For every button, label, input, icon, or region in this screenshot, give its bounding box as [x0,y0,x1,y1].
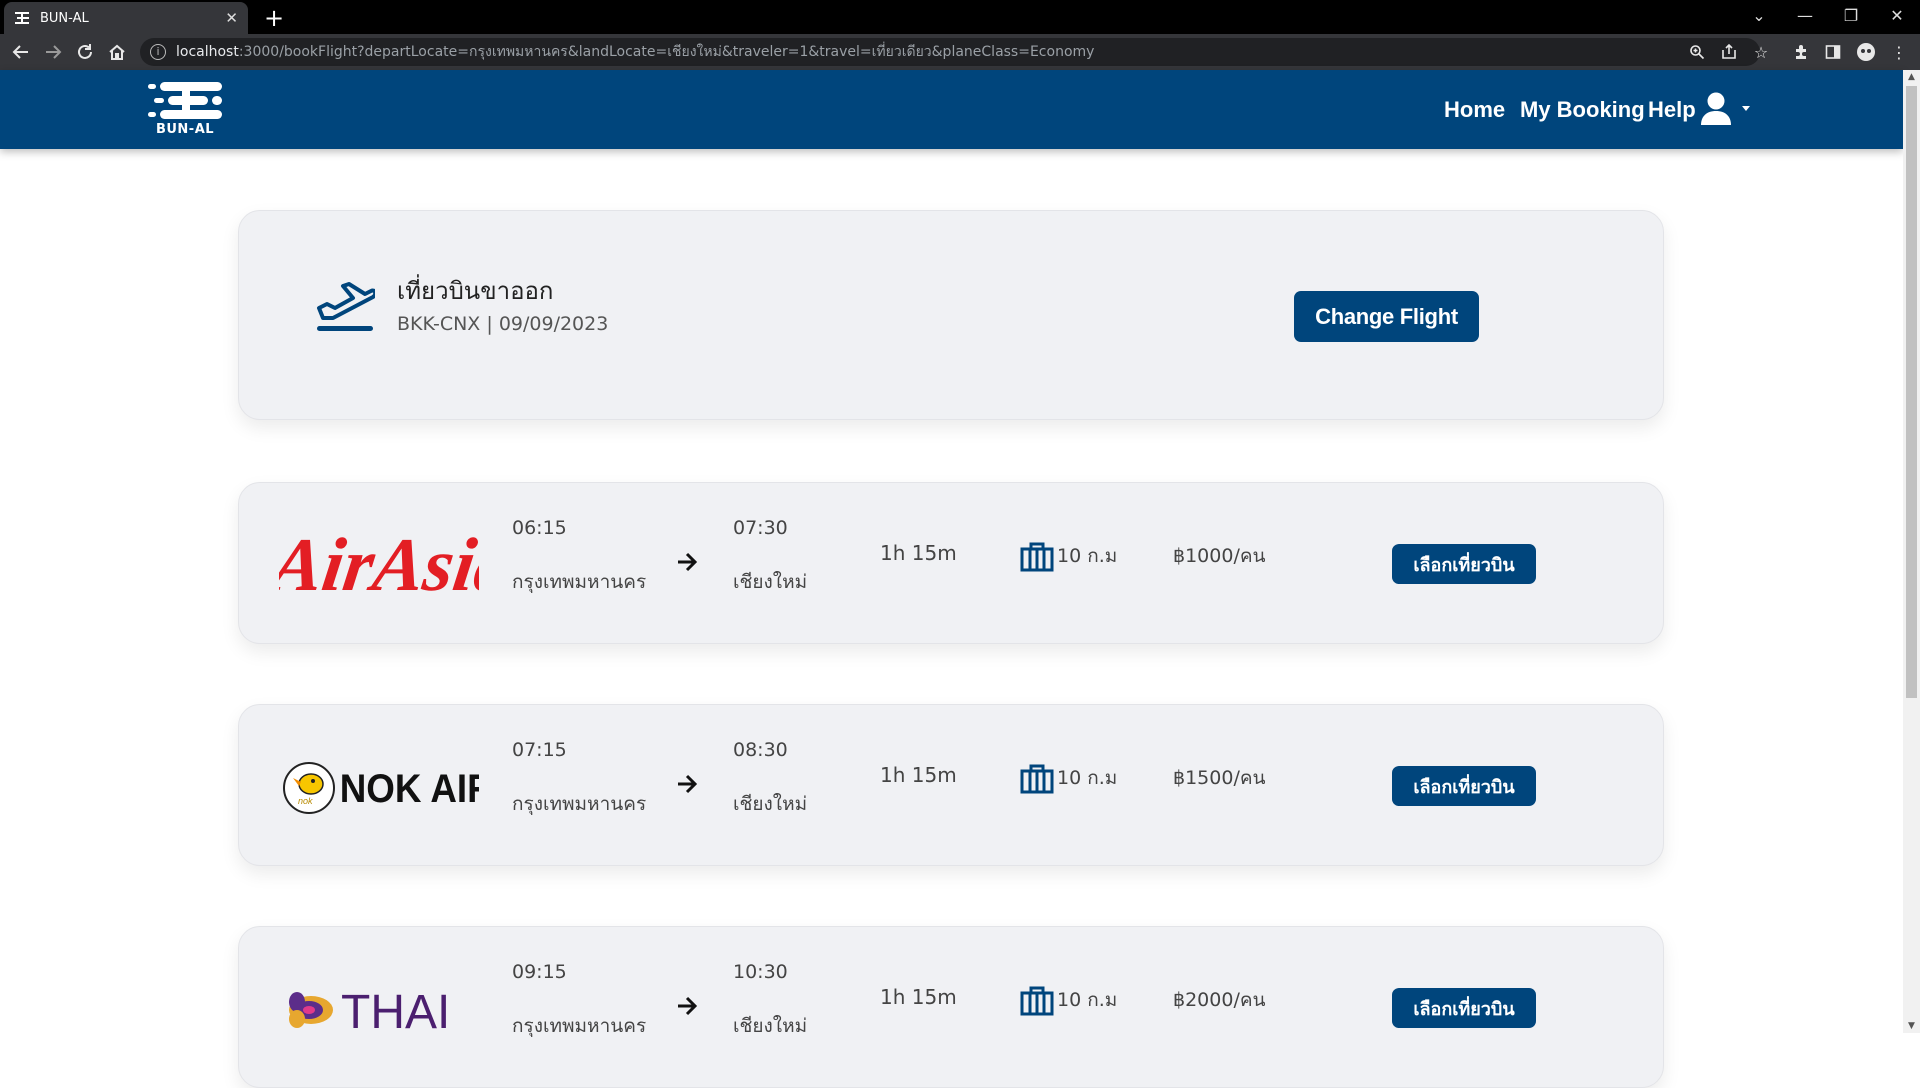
arrive-time: 10:30 [733,961,788,983]
flight-duration: 1h 15m [880,763,957,787]
arrive-city: เชียงใหม่ [733,1015,808,1037]
back-icon[interactable] [8,39,34,65]
summary-separator: | [486,313,493,335]
flight-card-thai: THAI 09:15 กรุงเทพมหานคร 10:30 เชียงใหม่… [238,926,1664,1088]
nav-home[interactable]: Home [1444,95,1505,125]
nav-help[interactable]: Help [1648,95,1696,125]
site-header: BUN-AL Home My Booking Help [0,70,1903,149]
profile-avatar-icon[interactable] [1855,41,1877,63]
plane-takeoff-icon [317,282,375,331]
depart-time: 09:15 [512,961,567,983]
url-host: localhost [176,44,239,60]
site-info-icon[interactable]: i [150,44,166,60]
airline-logo-airasia: AirAsia [279,513,479,613]
baggage-icon [1020,764,1054,794]
baggage-icon [1020,542,1054,572]
change-flight-button[interactable]: Change Flight [1294,291,1479,342]
flight-price: ฿2000/คน [1173,989,1266,1011]
arrow-right-icon [678,552,698,572]
tab-search-icon[interactable]: ⌄ [1736,0,1782,30]
user-icon [1701,92,1750,125]
flight-price: ฿1500/คน [1173,767,1266,789]
baggage-allowance: 10 ก.ม [1057,545,1118,567]
depart-city: กรุงเทพมหานคร [512,793,647,815]
nav-my-booking[interactable]: My Booking [1520,95,1645,125]
flight-card-airasia: AirAsia 06:15 กรุงเทพมหานคร 07:30 เชียงใ… [238,482,1664,644]
summary-subtitle: BKK-CNX | 09/09/2023 [397,313,608,335]
url-path: :3000/bookFlight?departLocate=กรุงเทพมหา… [238,44,1095,60]
svg-text:nok: nok [298,796,313,806]
restore-icon[interactable]: ❐ [1828,0,1874,30]
nokair-logo-icon: nok NOK AIR [283,762,479,814]
arrive-time: 08:30 [733,739,788,761]
select-flight-button[interactable]: เลือกเที่ยวบิน [1392,988,1536,1028]
select-flight-button[interactable]: เลือกเที่ยวบิน [1392,544,1536,584]
summary-date: 09/09/2023 [498,313,609,335]
select-flight-button[interactable]: เลือกเที่ยวบิน [1392,766,1536,806]
arrive-city: เชียงใหม่ [733,793,808,815]
browser-tabstrip: BUN-AL ✕ + ⌄ — ❐ ✕ [0,0,1920,34]
baggage-allowance: 10 ก.ม [1057,989,1118,1011]
share-icon[interactable] [1718,41,1740,63]
arrow-right-icon [678,996,698,1016]
scrollbar-thumb[interactable] [1906,86,1917,698]
summary-title: เที่ยวบินขาออก [397,277,554,305]
arrive-city: เชียงใหม่ [733,571,808,593]
tab-close-icon[interactable]: ✕ [225,9,238,27]
arrive-time: 07:30 [733,517,788,539]
chevron-down-icon [1742,106,1750,111]
scroll-up-icon[interactable]: ▲ [1903,70,1920,84]
flight-duration: 1h 15m [880,541,957,565]
browser-toolbar: i localhost:3000/bookFlight?departLocate… [0,34,1920,70]
summary-route: BKK-CNX [397,313,481,335]
scroll-down-icon[interactable]: ▼ [1903,1019,1920,1033]
forward-icon[interactable] [40,39,66,65]
flight-summary-card: เที่ยวบินขาออก BKK-CNX | 09/09/2023 Chan… [238,210,1664,420]
address-bar[interactable]: i localhost:3000/bookFlight?departLocate… [140,38,1760,66]
airline-logo-nokair: nok NOK AIR [279,735,479,835]
logo-text: BUN-AL [155,122,215,137]
reload-icon[interactable] [72,39,98,65]
browser-tab[interactable]: BUN-AL ✕ [4,2,248,34]
depart-city: กรุงเทพมหานคร [512,571,647,593]
zoom-icon[interactable] [1686,41,1708,63]
thai-logo-icon: THAI [289,986,450,1039]
depart-time: 06:15 [512,517,567,539]
depart-time: 07:15 [512,739,567,761]
airline-logo-thai: THAI [279,957,479,1057]
home-icon[interactable] [104,39,130,65]
site-favicon-icon [15,12,29,24]
flight-card-nokair: nok NOK AIR 07:15 กรุงเทพมหานคร 08:30 เช… [238,704,1664,866]
flight-duration: 1h 15m [880,985,957,1009]
user-menu-button[interactable] [1700,91,1752,127]
close-window-icon[interactable]: ✕ [1874,0,1920,30]
extensions-icon[interactable] [1790,41,1812,63]
side-panel-icon[interactable] [1822,41,1844,63]
nav-help-label: Help [1648,97,1696,122]
arrow-right-icon [678,774,698,794]
new-tab-icon[interactable]: + [260,4,288,32]
svg-text:NOK AIR: NOK AIR [340,767,479,812]
svg-text:THAI: THAI [341,986,450,1039]
nav-my-booking-label: My Booking [1520,97,1645,122]
baggage-icon [1020,986,1054,1016]
minimize-icon[interactable]: — [1782,0,1828,30]
page-scrollbar[interactable]: ▲ ▼ [1903,70,1920,1033]
flight-price: ฿1000/คน [1173,545,1266,567]
depart-city: กรุงเทพมหานคร [512,1015,647,1037]
bookmark-star-icon[interactable]: ☆ [1750,41,1772,63]
site-logo[interactable]: BUN-AL [146,80,226,140]
airasia-logo-icon: AirAsia [279,522,479,607]
nav-home-label: Home [1444,97,1506,122]
tab-title: BUN-AL [40,10,89,26]
svg-text:AirAsia: AirAsia [279,522,479,607]
logo-mark-icon [148,82,222,119]
baggage-allowance: 10 ก.ม [1057,767,1118,789]
browser-menu-icon[interactable]: ⋮ [1888,41,1910,63]
